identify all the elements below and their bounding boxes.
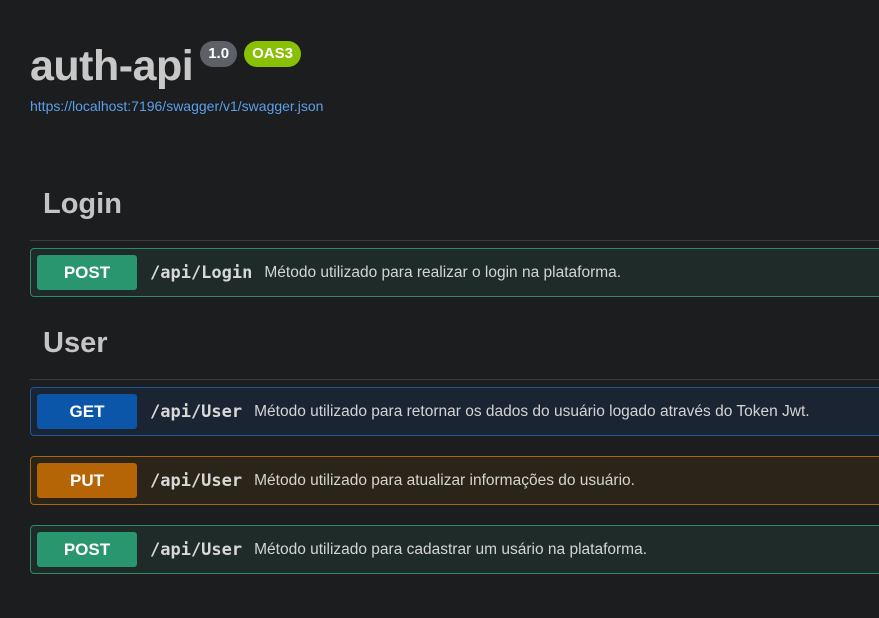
- tag-name-user: User: [43, 327, 108, 359]
- operation-path: /api/User: [150, 539, 243, 560]
- tag-name-login: Login: [43, 188, 122, 220]
- operation-summary: Método utilizado para realizar o login n…: [264, 263, 622, 281]
- version-badge: 1.0: [200, 41, 238, 67]
- method-badge-post: POST: [37, 532, 137, 567]
- tag-heading-login[interactable]: Login: [30, 178, 879, 241]
- method-badge-put: PUT: [37, 463, 137, 498]
- api-title: auth-api: [30, 42, 194, 90]
- operation-summary: Método utilizado para atualizar informaç…: [254, 471, 635, 489]
- method-badge-get: GET: [37, 394, 137, 429]
- operation-summary: Método utilizado para cadastrar um usári…: [254, 540, 647, 558]
- opblock-put-user[interactable]: PUT /api/User Método utilizado para atua…: [30, 456, 879, 505]
- oas-badge: OAS3: [244, 41, 301, 67]
- operation-path: /api/User: [150, 401, 243, 422]
- operation-summary: Método utilizado para retornar os dados …: [254, 402, 810, 420]
- swagger-page: auth-api 1.0 OAS3 https://localhost:7196…: [0, 0, 879, 618]
- opblock-post-user[interactable]: POST /api/User Método utilizado para cad…: [30, 525, 879, 574]
- api-info: auth-api 1.0 OAS3 https://localhost:7196…: [30, 38, 323, 114]
- operation-path: /api/Login: [150, 262, 253, 283]
- method-badge-post: POST: [37, 255, 137, 290]
- tag-heading-user[interactable]: User: [30, 317, 879, 380]
- opblock-get-user[interactable]: GET /api/User Método utilizado para reto…: [30, 387, 879, 436]
- opblock-post-login[interactable]: POST /api/Login Método utilizado para re…: [30, 248, 879, 297]
- title-row: auth-api 1.0 OAS3: [30, 38, 323, 94]
- spec-json-link[interactable]: https://localhost:7196/swagger/v1/swagge…: [30, 98, 323, 114]
- operation-path: /api/User: [150, 470, 243, 491]
